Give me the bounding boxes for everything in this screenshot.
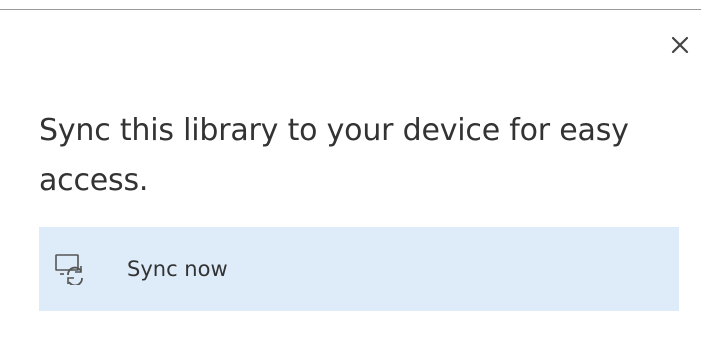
close-button[interactable] [663,29,697,61]
top-divider [0,9,701,10]
sync-now-label: Sync now [127,257,228,281]
sync-message: Sync this library to your device for eas… [39,113,629,198]
sync-device-icon [55,254,83,285]
close-icon [671,36,689,54]
sync-now-button[interactable]: Sync now [39,227,679,311]
